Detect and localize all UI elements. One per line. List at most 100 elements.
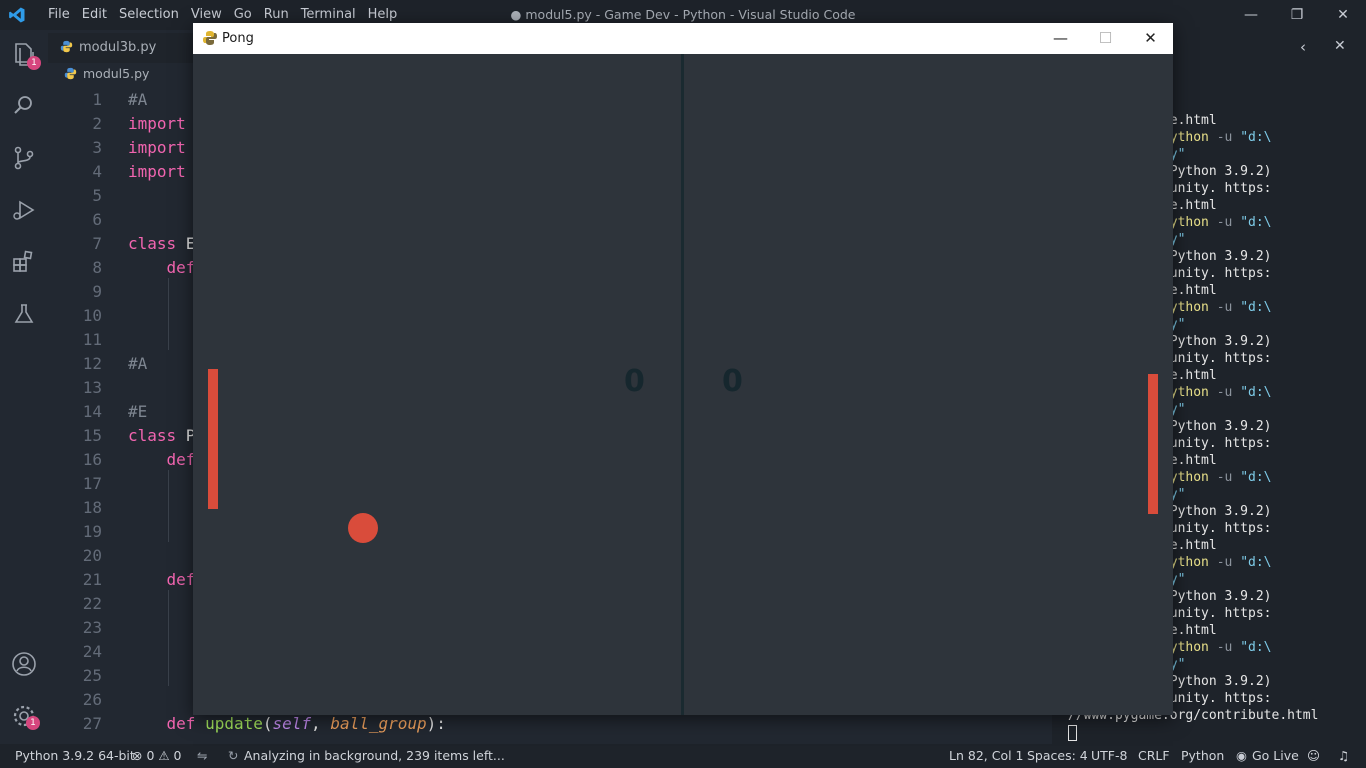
menu-edit[interactable]: Edit xyxy=(76,0,113,30)
tab-modul3b[interactable]: modul3b.py xyxy=(60,33,156,63)
code-token: def xyxy=(128,450,196,469)
sync-icon: ⇋ xyxy=(197,748,208,763)
activity-bar: 1 1 xyxy=(0,30,48,744)
line-number: 20 xyxy=(82,546,102,565)
line-code: def xyxy=(128,256,196,280)
status-spaces[interactable]: Spaces: 4 xyxy=(1027,744,1088,768)
terminal-token: "d:\ xyxy=(1240,300,1272,315)
terminal-token: "d:\ xyxy=(1240,385,1272,400)
menu-file[interactable]: File xyxy=(42,0,76,30)
golive-icon: ◉ xyxy=(1236,748,1247,763)
close-panel-icon[interactable]: ✕ xyxy=(1334,38,1346,54)
chevron-left-icon[interactable]: ‹ xyxy=(1300,38,1306,56)
code-token: class xyxy=(128,234,177,253)
terminal-token: -u xyxy=(1208,640,1241,655)
terminal-token: -u xyxy=(1208,215,1241,230)
code-token: ): xyxy=(426,714,446,733)
score-left: 0 xyxy=(624,364,645,399)
line-number: 3 xyxy=(92,138,102,157)
code-token: #E xyxy=(128,402,148,421)
line-code: #A xyxy=(128,88,147,112)
code-token: import xyxy=(128,162,186,181)
line-number: 1 xyxy=(92,90,102,109)
status-eol[interactable]: CRLF xyxy=(1138,744,1170,768)
line-number: 8 xyxy=(92,258,102,277)
code-token: #A xyxy=(128,90,148,109)
terminal-token: "d:\ xyxy=(1240,130,1272,145)
line-code: import xyxy=(128,160,186,184)
status-problems[interactable]: ⊗ 0 ⚠ 0 xyxy=(132,744,182,768)
terminal-token: -u xyxy=(1208,385,1241,400)
pong-close-button[interactable]: ✕ xyxy=(1128,23,1173,54)
breadcrumb[interactable]: modul5.py xyxy=(64,66,149,81)
explorer-icon[interactable]: 1 xyxy=(10,40,41,70)
extensions-icon[interactable] xyxy=(10,248,38,276)
line-number: 24 xyxy=(82,642,102,661)
line-code: def xyxy=(128,568,196,592)
terminal-token: "d:\ xyxy=(1240,555,1272,570)
pong-maximize-button[interactable]: ☐ xyxy=(1083,23,1128,54)
line-code: class P xyxy=(128,424,195,448)
code-token: self xyxy=(272,714,312,733)
code-token: def xyxy=(128,258,196,277)
minimize-button[interactable]: — xyxy=(1228,0,1274,30)
code-token: , xyxy=(311,714,331,733)
run-debug-icon[interactable] xyxy=(10,196,38,224)
status-language[interactable]: Python xyxy=(1181,744,1224,768)
terminal-token: "d:\ xyxy=(1240,470,1272,485)
pong-titlebar: Pong — ☐ ✕ xyxy=(193,23,1173,54)
status-golive[interactable]: Go Live xyxy=(1252,744,1299,768)
left-paddle xyxy=(208,369,218,509)
terminal-token: -u xyxy=(1208,555,1241,570)
pong-minimize-button[interactable]: — xyxy=(1038,23,1083,54)
line-number: 9 xyxy=(92,282,102,301)
terminal-token: -u xyxy=(1208,470,1241,485)
line-number: 21 xyxy=(82,570,102,589)
line-number: 5 xyxy=(92,186,102,205)
feedback-icon[interactable]: ☺ xyxy=(1307,744,1320,768)
terminal-token: "d:\ xyxy=(1240,215,1272,230)
code-token: class xyxy=(128,426,177,445)
status-interpreter[interactable]: Python 3.9.2 64-bit xyxy=(15,744,135,768)
line-number: 27 xyxy=(82,714,102,733)
code-token: update xyxy=(195,714,263,733)
status-encoding[interactable]: UTF-8 xyxy=(1091,744,1127,768)
vscode-logo-icon xyxy=(9,7,25,23)
center-line xyxy=(681,54,684,715)
account-icon[interactable] xyxy=(10,650,38,678)
status-position[interactable]: Ln 82, Col 1 xyxy=(949,744,1024,768)
ball xyxy=(348,513,378,543)
terminal-prompt xyxy=(1068,724,1318,741)
line-number: 11 xyxy=(82,330,102,349)
tab-label: modul3b.py xyxy=(79,40,157,55)
line-number: 7 xyxy=(92,234,102,253)
line-code: import xyxy=(128,136,186,160)
line-number: 4 xyxy=(92,162,102,181)
status-bar: Python 3.9.2 64-bit ⊗ 0 ⚠ 0 ⇋ ↻ Analyzin… xyxy=(0,744,1366,768)
pong-game-canvas[interactable]: 0 0 xyxy=(193,54,1173,715)
line-number: 10 xyxy=(82,306,102,325)
settings-gear-icon[interactable]: 1 xyxy=(10,702,40,730)
python-file-icon xyxy=(60,40,73,53)
line-number: 13 xyxy=(82,378,102,397)
close-button[interactable]: ✕ xyxy=(1320,0,1366,30)
terminal-token: -u xyxy=(1208,130,1241,145)
line-number: 2 xyxy=(92,114,102,133)
code-token: import xyxy=(128,138,186,157)
code-token: #A xyxy=(128,354,148,373)
breadcrumb-file: modul5.py xyxy=(83,66,150,81)
restore-button[interactable]: ❐ xyxy=(1274,0,1320,30)
terminal-cursor xyxy=(1068,724,1077,741)
source-control-icon[interactable] xyxy=(10,144,38,172)
menu-selection[interactable]: Selection xyxy=(113,0,185,30)
notifications-bell-icon[interactable]: ♫ xyxy=(1338,744,1349,768)
line-number: 6 xyxy=(92,210,102,229)
line-code: def xyxy=(128,448,196,472)
line-number: 18 xyxy=(82,498,102,517)
explorer-badge: 1 xyxy=(27,56,41,70)
line-number: 15 xyxy=(82,426,102,445)
line-number: 17 xyxy=(82,474,102,493)
testing-flask-icon[interactable] xyxy=(10,300,38,328)
line-number: 25 xyxy=(82,666,102,685)
search-icon[interactable] xyxy=(10,92,38,120)
